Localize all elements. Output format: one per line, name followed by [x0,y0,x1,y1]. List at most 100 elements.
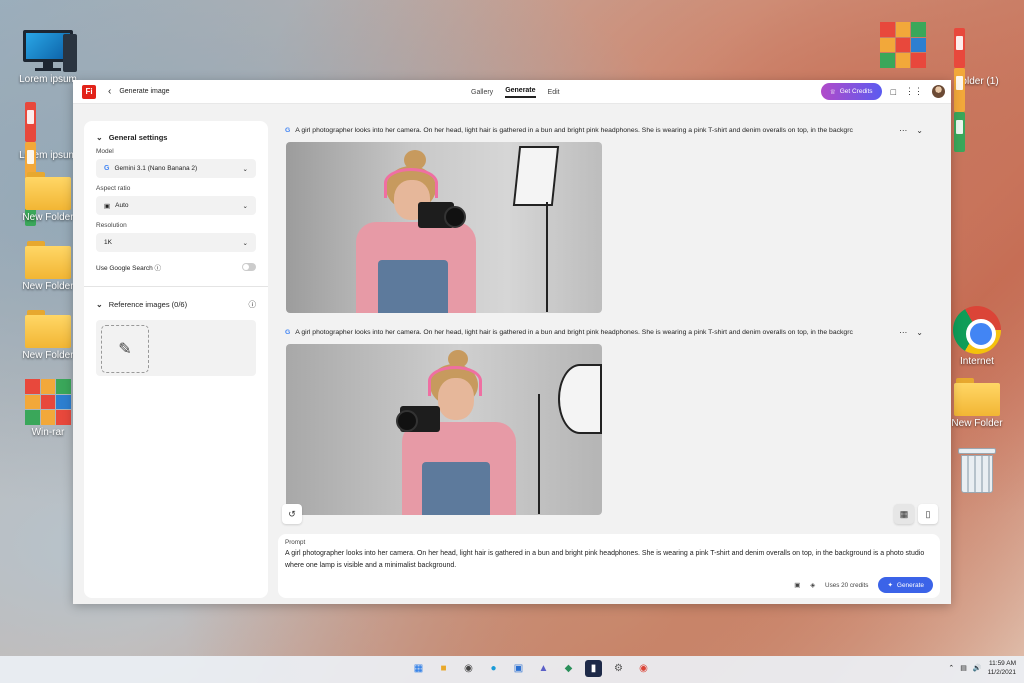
resolution-label: Resolution [96,222,127,229]
desktop-icon-folder[interactable]: New Folder [16,241,80,292]
breadcrumb: Generate image [119,88,170,95]
credits-icon: ◈ [810,581,816,589]
top-right-actions: ♕ Get Credits □ ⋮⋮ [820,83,945,100]
file-explorer-icon[interactable]: ■ [435,660,452,677]
image-upload-icon: ✎ [118,341,132,358]
network-icon[interactable]: ▤ [960,664,967,672]
get-credits-button[interactable]: ♕ Get Credits [820,83,882,100]
camera-icon[interactable]: ◉ [460,660,477,677]
teams-icon[interactable]: ▲ [535,660,552,677]
light-stand [546,202,548,312]
section-title: Reference images (0/6) [108,300,188,309]
apps-grid-icon[interactable]: ⋮⋮ [905,86,923,97]
app-logo[interactable]: Fi [82,84,96,99]
chevron-down-icon[interactable]: ⌄ [916,328,924,337]
firefly-app-icon[interactable]: ▮ [585,660,602,677]
model-select[interactable]: G Gemini 3.1 (Nano Banana 2) ⌄ [96,159,256,178]
history-button[interactable]: ↺ [282,504,302,524]
avatar[interactable] [932,85,945,98]
result-prompt-text: A girl photographer looks into her camer… [295,127,853,134]
folder-icon [25,310,71,348]
aspect-ratio-icon: ▣ [104,202,111,210]
tab-edit[interactable]: Edit [548,89,560,96]
desktop-icon-label: Win-rar [31,427,65,438]
credits-text: Uses 20 credits [825,581,869,589]
reference-images-area: ✎ [96,320,256,376]
desktop-icon-folder-1[interactable]: Folder (1) [945,28,1009,152]
crown-icon: ♕ [829,88,836,96]
desktop-icon-books[interactable]: Lorem ipsum [16,102,80,226]
generated-image[interactable] [286,142,602,313]
desktop-icon-computer[interactable]: Lorem ipsum [16,30,80,85]
general-settings-header[interactable]: ⌄ General settings [84,121,268,148]
clock[interactable]: 11:59 AM 11/2/2021 [988,659,1016,677]
desktop-icon-winrar-right[interactable] [871,22,935,70]
desktop-icon-internet[interactable]: Internet [945,306,1009,367]
computer-icon [23,30,77,72]
google-search-row: Use Google Search ⓘ [84,259,268,272]
photographer [356,150,476,313]
photographer [396,350,516,515]
info-icon[interactable]: ⓘ [155,265,162,272]
light-stand [538,394,540,514]
feedback-icon[interactable]: □ [891,87,896,97]
winrar-icon [25,379,71,425]
resolution-value: 1K [104,239,112,246]
edge-icon[interactable]: ● [485,660,502,677]
desktop-icon-folder[interactable]: New Folder [16,172,80,223]
chevron-down-icon[interactable]: ⌄ [916,126,924,135]
tab-bar: Gallery Generate Edit [471,80,560,104]
aspect-ratio-select[interactable]: ▣ Auto ⌄ [96,196,256,215]
grid-view-icon: ▦ [899,508,909,519]
top-bar: Fi ‹ Generate image Gallery Generate Edi… [73,80,951,104]
reference-images-header[interactable]: ⌄ Reference images (0/6) ⓘ [84,287,268,316]
google-search-toggle[interactable] [242,263,256,271]
image-settings-icon[interactable]: ▣ [794,582,800,589]
trash-icon [958,448,996,494]
start-icon[interactable]: ▦ [410,660,427,677]
tab-generate[interactable]: Generate [505,87,536,98]
desktop-icon-new-folder[interactable]: New Folder [945,378,1009,429]
taskbar-apps: ▦ ■ ◉ ● ▣ ▲ ◆ ▮ ⚙ ◉ [410,660,652,677]
model-label: Model [96,148,114,155]
result-prompt-line: G A girl photographer looks into her cam… [285,328,925,337]
prompt-input[interactable]: A girl photographer looks into her camer… [285,548,935,571]
app-window: Fi ‹ Generate image Gallery Generate Edi… [73,80,951,604]
store-icon[interactable]: ▣ [510,660,527,677]
chevron-down-icon: ⌄ [96,133,103,142]
desktop-icon-label: New Folder [22,281,74,292]
settings-panel: ⌄ General settings Model G Gemini 3.1 (Na… [84,121,268,598]
more-options-icon[interactable]: ⋯ [899,328,908,337]
back-arrow-icon[interactable]: ‹ [108,86,111,97]
chrome-icon [953,306,1001,354]
settings-icon[interactable]: ⚙ [610,660,627,677]
add-reference-image-button[interactable]: ✎ [101,325,149,373]
more-options-icon[interactable]: ⋯ [899,126,908,135]
chrome-icon[interactable]: ◉ [635,660,652,677]
desktop-icon-recycle-bin[interactable] [945,448,1009,496]
folder-icon [25,241,71,279]
desktop-icon-folder[interactable]: New Folder [16,310,80,361]
aspect-ratio-value: Auto [115,202,129,209]
tab-gallery[interactable]: Gallery [471,89,493,96]
desktop-icon-label: Internet [960,356,994,367]
info-icon[interactable]: ⓘ [249,299,257,310]
maps-icon[interactable]: ◆ [560,660,577,677]
desktop-icon-label: New Folder [22,212,74,223]
section-title: General settings [108,133,168,142]
books-icon [954,28,1000,152]
result-prompt-text: A girl photographer looks into her camer… [295,329,853,336]
single-view-button[interactable]: ▯ [918,504,938,524]
prompt-label: Prompt [285,539,306,546]
resolution-select[interactable]: 1K ⌄ [96,233,256,252]
desktop-icon-winrar[interactable]: Win-rar [16,379,80,438]
system-tray: ⌃ ▤ 🔊 11:59 AM 11/2/2021 [948,659,1016,677]
chevron-up-icon[interactable]: ⌃ [948,664,954,672]
single-view-icon: ▯ [925,508,931,519]
grid-view-button[interactable]: ▦ [894,504,914,524]
prompt-box[interactable]: Prompt A girl photographer looks into he… [278,534,940,598]
winrar-icon [880,22,926,68]
generate-button[interactable]: ✦ Generate [878,577,933,593]
generated-image[interactable] [286,344,602,515]
volume-icon[interactable]: 🔊 [973,664,982,672]
